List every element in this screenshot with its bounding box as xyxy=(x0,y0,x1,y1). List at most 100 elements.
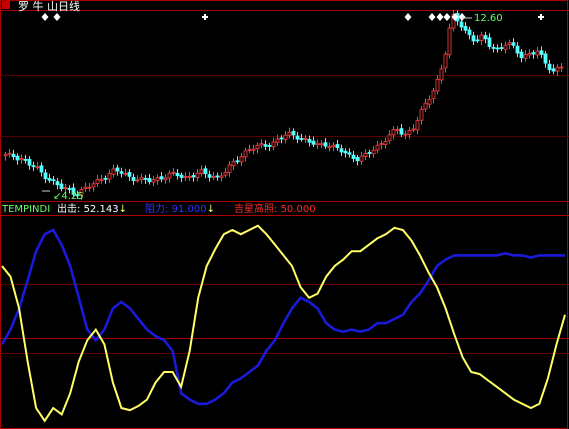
candle-up xyxy=(395,129,400,132)
candle-up xyxy=(199,169,204,174)
red-square-icon[interactable] xyxy=(2,1,10,9)
candle-down xyxy=(103,177,108,180)
legend-chuji: 出击: 52.143↓ xyxy=(57,202,127,215)
candle-up xyxy=(375,144,380,151)
cross-marker xyxy=(538,14,544,20)
candle-down xyxy=(339,148,344,153)
legend-chuji-label: 出击 xyxy=(57,202,77,215)
candle-up xyxy=(139,176,144,180)
candle-up xyxy=(363,153,368,157)
candle-up xyxy=(163,177,168,181)
candle-up xyxy=(415,120,420,131)
diamond-marker xyxy=(404,13,412,21)
candle-up xyxy=(107,173,112,180)
candle-down xyxy=(115,167,120,172)
candle-up xyxy=(255,144,260,150)
candle-down xyxy=(159,176,164,180)
candle-down xyxy=(59,183,64,190)
candle-up xyxy=(327,146,332,149)
candle-up xyxy=(63,187,68,190)
candle-down xyxy=(551,68,556,72)
candle-down xyxy=(547,63,552,71)
candle-up xyxy=(195,172,200,178)
candle-down xyxy=(483,35,488,40)
candle-down xyxy=(495,47,500,50)
candle-down xyxy=(467,29,472,36)
candle-up xyxy=(287,131,292,136)
signal-markers xyxy=(41,13,544,21)
candle-down xyxy=(323,142,328,147)
candle-down xyxy=(279,137,284,140)
candle-down xyxy=(143,177,148,180)
candle-up xyxy=(3,154,8,157)
low-label: ↙4.25 xyxy=(53,191,84,202)
candle-up xyxy=(435,78,440,92)
candle-down xyxy=(367,152,372,154)
candle-up xyxy=(315,142,320,146)
high-label: 12.60 xyxy=(474,13,503,24)
candle-up xyxy=(403,133,408,136)
candle-down xyxy=(343,150,348,154)
candle-down xyxy=(207,174,212,178)
diamond-marker xyxy=(428,13,436,21)
candle-up xyxy=(303,138,308,140)
candle-up xyxy=(411,128,416,131)
low-label-value: 4.25 xyxy=(61,191,83,202)
candlestick-series xyxy=(3,9,564,200)
legend-zuli: 阻力: 91.000↓ xyxy=(145,202,215,215)
legend-jixing-value: 50.000 xyxy=(281,204,316,215)
candle-down xyxy=(55,181,60,186)
candle-down xyxy=(147,178,152,183)
candle-down xyxy=(67,188,72,190)
candle-down xyxy=(491,47,496,49)
legend-jixing-label: 吉星高照 xyxy=(234,202,274,215)
candle-down xyxy=(235,160,240,163)
candle-down xyxy=(347,152,352,155)
candle-up xyxy=(123,172,128,175)
candle-down xyxy=(263,144,268,147)
candle-up xyxy=(183,176,188,178)
diamond-marker xyxy=(443,13,451,21)
candle-down xyxy=(531,52,536,55)
candle-up xyxy=(7,152,12,155)
candle-up xyxy=(83,186,88,189)
candle-up xyxy=(555,66,560,72)
chart-title: 罗 牛 山日线 xyxy=(18,0,80,13)
candle-up xyxy=(479,34,484,41)
candle-down xyxy=(399,128,404,135)
candle-up xyxy=(135,179,140,182)
candle-up xyxy=(503,44,508,50)
candle-down xyxy=(23,159,28,161)
candle-up xyxy=(383,141,388,145)
candle-up xyxy=(443,53,448,69)
candle-down xyxy=(39,165,44,173)
candle-down xyxy=(519,51,524,59)
candle-down xyxy=(15,155,20,161)
candle-up xyxy=(407,130,412,135)
candle-down xyxy=(515,45,520,54)
legend-jixing: 吉星高照: 50.000 xyxy=(234,202,316,215)
legend-chuji-arrow: ↓ xyxy=(119,204,127,215)
candle-up xyxy=(171,171,176,174)
candle-down xyxy=(355,157,360,162)
candle-up xyxy=(379,143,384,146)
cross-marker xyxy=(202,14,208,20)
diamond-marker xyxy=(458,13,466,21)
candle-up xyxy=(387,134,392,142)
stock-chart: 罗 牛 山日线 12.60 ↙4.25 TEMPINDI 出击: 52.143↓… xyxy=(0,0,569,429)
candle-down xyxy=(31,165,36,168)
candle-up xyxy=(239,156,244,163)
candle-down xyxy=(351,154,356,159)
candle-down xyxy=(511,42,516,46)
candle-up xyxy=(523,54,528,59)
candle-down xyxy=(47,178,52,181)
candle-down xyxy=(51,179,56,182)
candle-up xyxy=(275,138,280,143)
diamond-marker xyxy=(41,13,49,21)
candle-up xyxy=(19,158,24,161)
candle-up xyxy=(423,102,428,110)
candle-down xyxy=(203,168,208,175)
candle-up xyxy=(283,134,288,140)
candle-down xyxy=(459,21,464,28)
candle-down xyxy=(499,47,504,49)
